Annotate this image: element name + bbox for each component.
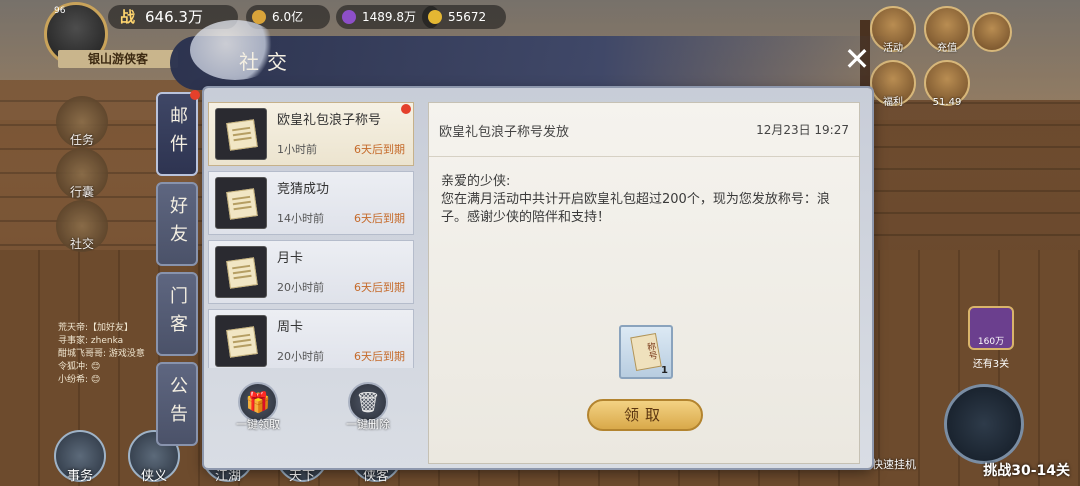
mail-detail-time: 12月23日 19:27 <box>756 123 849 137</box>
tab-mail[interactable]: 邮件 <box>156 90 200 176</box>
mail-item[interactable]: 周卡 20小时前 6天后到期 <box>208 309 414 368</box>
mail-subject: 周卡 <box>277 320 304 335</box>
social-menu-button[interactable]: 社交 <box>56 200 108 252</box>
mail-expiry: 6天后到期 <box>354 350 405 363</box>
envelope-icon <box>215 315 267 367</box>
mail-subject: 竞猜成功 <box>277 182 330 197</box>
mail-expiry: 6天后到期 <box>354 281 405 294</box>
compass-icon[interactable] <box>972 12 1012 52</box>
player-name: 银山游侠客 <box>58 50 178 68</box>
gift-orb-icon[interactable]: 160万 <box>968 306 1014 350</box>
mail-item[interactable]: 竞猜成功 14小时前 6天后到期 <box>208 171 414 235</box>
timer-icon[interactable]: 51.49 <box>924 60 970 108</box>
social-menu-label: 社交 <box>69 237 94 251</box>
ingot-value: 55672 <box>448 10 487 24</box>
ingot-icon <box>428 10 442 24</box>
title-scroll-icon: 称号 <box>630 333 662 371</box>
tab-friends-label: 好友 <box>167 196 188 252</box>
envelope-icon <box>215 246 267 298</box>
mail-item[interactable]: 月卡 20小时前 6天后到期 <box>208 240 414 304</box>
attachment-item[interactable]: 称号 1 <box>619 325 673 379</box>
coin-value: 6.0亿 <box>272 10 304 24</box>
unread-dot <box>401 104 411 114</box>
mail-subject: 月卡 <box>277 251 304 266</box>
quest-menu-label: 任务 <box>69 133 94 147</box>
challenge-stage-label[interactable]: 挑战30-14关 <box>983 460 1070 480</box>
power-value: 646.3万 <box>145 8 203 26</box>
attachment-count: 1 <box>661 365 668 376</box>
delete-all-label: 一键删除 <box>346 418 390 431</box>
claim-all-label: 一键领取 <box>236 418 280 431</box>
nav-chivalry-label: 侠义 <box>140 469 167 484</box>
mail-item[interactable]: 欧皇礼包浪子称号 1小时前 6天后到期 <box>208 102 414 166</box>
mail-detail-header: 欧皇礼包浪子称号发放 12月23日 19:27 <box>429 103 859 157</box>
gift-orb-label: 还有3关 <box>972 359 1010 370</box>
mail-detail-panel: 欧皇礼包浪子称号发放 12月23日 19:27 亲爱的少侠: 您在满月活动中共计开… <box>428 102 860 464</box>
nav-affairs-label: 事务 <box>66 469 93 484</box>
welfare-label: 福利 <box>883 97 903 108</box>
claim-button[interactable]: 领取 <box>587 399 703 431</box>
bag-menu-button[interactable]: 行囊 <box>56 148 108 200</box>
mail-expiry: 6天后到期 <box>354 212 405 225</box>
ingot-bar[interactable]: 55672 <box>422 5 506 29</box>
tab-retainers[interactable]: 门客 <box>156 272 198 356</box>
bag-menu-label: 行囊 <box>69 185 94 199</box>
mail-detail-title: 欧皇礼包浪子称号发放 <box>439 125 570 140</box>
gem-value: 1489.8万 <box>362 10 416 24</box>
player-level: 96 <box>54 6 66 16</box>
tab-mail-label: 邮件 <box>167 106 188 162</box>
tab-retainers-label: 门客 <box>167 286 188 342</box>
quest-menu-button[interactable]: 任务 <box>56 96 108 148</box>
gem-icon <box>342 10 356 24</box>
recharge-icon[interactable]: 充值 <box>924 6 970 54</box>
close-icon[interactable]: ✕ <box>840 43 874 78</box>
power-prefix: 战 <box>120 8 136 26</box>
modal-title: 社交 <box>239 50 295 74</box>
mail-detail-body: 亲爱的少侠: 您在满月活动中共计开启欧皇礼包超过200个，现为您发放称号：浪子。感… <box>441 173 851 227</box>
mail-received-time: 20小时前 <box>277 350 324 363</box>
unread-dot <box>190 90 200 100</box>
envelope-icon <box>215 177 267 229</box>
mail-text: 您在满月活动中共计开启欧皇礼包超过200个，现为您发放称号：浪子。感谢少侠的陪伴… <box>441 192 830 225</box>
gift-orb-value: 160万 <box>977 337 1005 347</box>
timer-label: 51.49 <box>932 97 962 108</box>
delete-all-button[interactable]: 🗑 一键删除 <box>340 382 396 438</box>
challenge-sword-button[interactable] <box>944 384 1024 464</box>
tab-announcements[interactable]: 公告 <box>156 362 198 446</box>
envelope-icon <box>215 108 267 160</box>
mail-received-time: 14小时前 <box>277 212 324 225</box>
mail-greeting: 亲爱的少侠: <box>441 174 511 189</box>
mail-list[interactable]: 欧皇礼包浪子称号 1小时前 6天后到期 竞猜成功 14小时前 6天后到期 月卡 … <box>208 102 414 368</box>
mail-subject: 欧皇礼包浪子称号 <box>277 113 382 128</box>
tab-friends[interactable]: 好友 <box>156 182 198 266</box>
claim-all-button[interactable]: 🎁 一键领取 <box>230 382 286 438</box>
mail-expiry: 6天后到期 <box>354 143 405 156</box>
recharge-label: 充值 <box>937 43 957 54</box>
nav-affairs[interactable]: 事务 <box>54 430 106 484</box>
tab-announcements-label: 公告 <box>167 376 188 432</box>
fast-idle-label[interactable]: 快速挂机 <box>872 456 916 472</box>
mail-received-time: 20小时前 <box>277 281 324 294</box>
mail-received-time: 1小时前 <box>277 143 317 156</box>
